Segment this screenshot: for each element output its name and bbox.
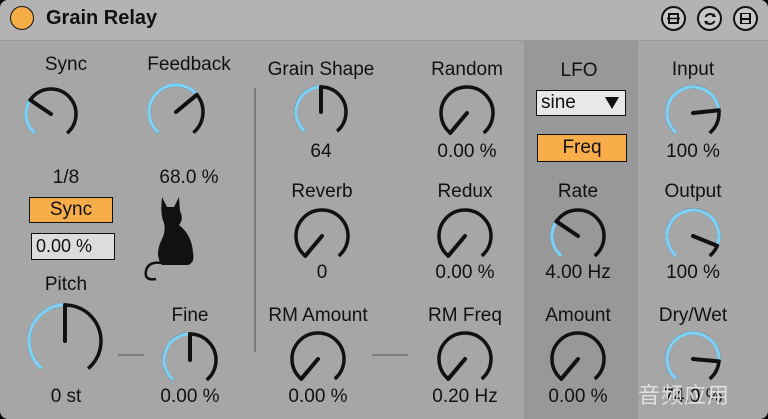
knob-pointer <box>28 98 53 116</box>
device-power-toggle[interactable] <box>10 6 34 30</box>
redux-label: Redux <box>437 181 493 202</box>
amount-label: Amount <box>545 305 611 326</box>
output-label: Output <box>664 181 722 202</box>
sync-value: 1/8 <box>52 167 80 188</box>
rm-freq-knob[interactable] <box>434 328 496 386</box>
input-value: 100 % <box>666 141 720 162</box>
redux-value: 0.00 % <box>435 262 495 283</box>
knob-fill <box>24 99 37 135</box>
grain-shape-knob[interactable] <box>290 82 352 138</box>
feedback-label: Feedback <box>147 54 231 75</box>
save-icon <box>740 13 751 24</box>
knob-pointer <box>691 234 720 248</box>
rate-value: 4.00 Hz <box>545 262 611 283</box>
knob-pointer <box>554 219 580 238</box>
dropdown-arrow-icon <box>605 97 619 109</box>
rm-link <box>372 354 408 356</box>
knob-pointer <box>446 357 467 381</box>
knob-fill <box>665 331 721 381</box>
knob-pointer <box>303 234 324 258</box>
fine-value: 0.00 % <box>160 386 220 407</box>
rm-amount-value: 0.00 % <box>288 386 348 407</box>
knob-pointer <box>446 234 467 258</box>
knob-pointer <box>299 357 320 381</box>
rm-amount-label: RM Amount <box>268 305 368 326</box>
random-value: 0.00 % <box>437 141 497 162</box>
reverb-label: Reverb <box>291 181 353 202</box>
knob-track <box>439 85 495 135</box>
knob-fill <box>27 303 66 370</box>
sync-label: Sync <box>44 54 88 75</box>
knob-fill <box>162 332 191 382</box>
lfo-freq-button[interactable]: Freq <box>537 134 627 162</box>
sync-button[interactable]: Sync <box>29 197 113 223</box>
output-knob[interactable] <box>662 205 724 263</box>
knob-track <box>437 208 493 258</box>
refresh-icon <box>703 12 716 25</box>
input-label: Input <box>671 59 715 80</box>
rm-freq-label: RM Freq <box>428 305 502 326</box>
pitch-knob[interactable] <box>22 300 108 378</box>
knob-track <box>290 331 346 381</box>
rm-amount-knob[interactable] <box>287 328 349 386</box>
dry-wet-label: Dry/Wet <box>658 305 728 326</box>
lfo-waveform-value: sine <box>541 92 576 113</box>
rate-label: Rate <box>557 181 599 202</box>
pitch-label: Pitch <box>44 274 88 295</box>
section-divider <box>254 88 256 352</box>
knob-fill <box>294 85 322 133</box>
amount-knob[interactable] <box>547 328 609 386</box>
sync-offset-field[interactable]: 0.00 % <box>31 233 115 260</box>
knob-fill <box>550 220 563 258</box>
knob-track <box>550 331 606 381</box>
feedback-value: 68.0 % <box>159 167 219 188</box>
pitch-value: 0 st <box>50 386 82 407</box>
knob-track <box>24 87 78 135</box>
device-title: Grain Relay <box>46 7 158 29</box>
knob-pointer <box>448 111 469 135</box>
save-button[interactable] <box>733 6 758 31</box>
output-value: 100 % <box>666 262 720 283</box>
input-knob[interactable] <box>662 82 724 140</box>
title-bar: Grain Relay <box>0 0 768 41</box>
knob-pointer <box>691 357 721 364</box>
reverb-value: 0 <box>316 262 328 283</box>
grain-shape-label: Grain Shape <box>267 59 375 80</box>
watermark: 音频应用 <box>638 383 731 408</box>
knob-track <box>437 331 493 381</box>
rate-knob[interactable] <box>547 205 609 263</box>
fine-knob[interactable] <box>161 329 219 387</box>
device-panel: Grain Relay Sync 1/8 Sync 0.00 % Pitch 0… <box>0 0 768 419</box>
rm-freq-value: 0.20 Hz <box>432 386 498 407</box>
feedback-knob[interactable] <box>146 80 206 140</box>
reverb-knob[interactable] <box>291 205 353 263</box>
knob-pointer <box>174 92 199 114</box>
knob-pointer <box>559 357 580 381</box>
knob-track <box>294 208 350 258</box>
grain-shape-value: 64 <box>310 141 332 162</box>
refresh-button[interactable] <box>697 6 722 31</box>
lfo-waveform-select[interactable]: sine <box>536 90 626 116</box>
pitch-fine-link <box>118 354 144 356</box>
lfo-label: LFO <box>560 60 598 81</box>
knob-fill <box>147 83 199 135</box>
hot-swap-icon <box>667 13 680 24</box>
random-knob[interactable] <box>436 82 498 140</box>
random-label: Random <box>431 59 503 80</box>
sync-knob[interactable] <box>23 84 79 140</box>
knob-pointer <box>691 108 721 115</box>
knob-fill <box>665 208 721 258</box>
redux-knob[interactable] <box>434 205 496 263</box>
amount-value: 0.00 % <box>548 386 608 407</box>
cat-icon <box>144 197 194 281</box>
hot-swap-button[interactable] <box>661 6 686 31</box>
knob-track <box>550 208 606 258</box>
fine-label: Fine <box>171 305 209 326</box>
